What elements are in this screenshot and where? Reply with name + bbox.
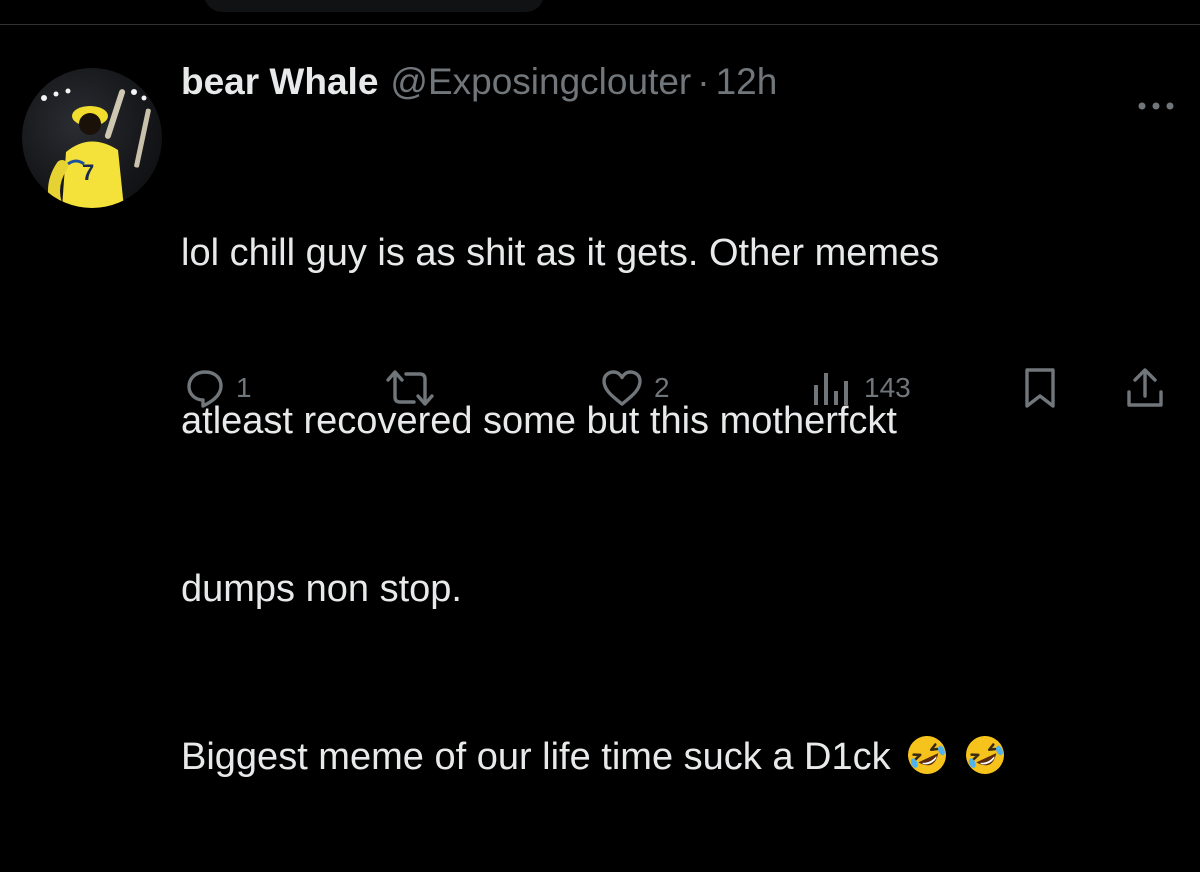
divider xyxy=(0,24,1200,25)
views-button[interactable]: 143 xyxy=(810,360,911,416)
rolling-on-floor-laughing-emoji-icon xyxy=(963,733,1007,777)
reply-count: 1 xyxy=(236,372,252,403)
tweet[interactable]: bear Whale @Exposingclouter · 12h lol ch… xyxy=(181,56,1171,872)
heart-icon xyxy=(602,370,642,406)
avatar[interactable]: 7 xyxy=(22,68,162,208)
tweet-text: lol chill guy is as shit as it gets. Oth… xyxy=(181,113,1171,872)
like-count: 2 xyxy=(654,372,670,403)
reply-icon xyxy=(187,370,223,408)
bookmark-icon xyxy=(1025,368,1055,408)
more-options-button[interactable] xyxy=(1128,86,1184,126)
share-icon xyxy=(1127,368,1163,407)
avatar-image: 7 xyxy=(41,88,151,208)
tweet-header: bear Whale @Exposingclouter · 12h xyxy=(181,56,1171,108)
like-button[interactable]: 2 xyxy=(600,360,670,416)
rolling-on-floor-laughing-emoji-icon xyxy=(905,733,949,777)
timestamp[interactable]: 12h xyxy=(716,56,778,108)
share-button[interactable] xyxy=(1124,360,1166,416)
tweet-text-line: dumps non stop. xyxy=(181,568,462,610)
display-name[interactable]: bear Whale xyxy=(181,56,378,108)
tweet-text-line: Biggest meme of our life time suck a D1c… xyxy=(181,736,891,778)
views-count: 143 xyxy=(864,372,911,403)
separator-dot: · xyxy=(697,61,710,102)
retweet-button[interactable] xyxy=(384,360,446,416)
tweet-text-line-last: Biggest meme of our life time suck a D1c… xyxy=(181,729,1171,785)
bookmark-button[interactable] xyxy=(1022,360,1058,416)
reply-button[interactable]: 1 xyxy=(184,360,252,416)
tweet-text-line: lol chill guy is as shit as it gets. Oth… xyxy=(181,232,940,274)
retweet-icon xyxy=(386,370,434,406)
more-icon xyxy=(1138,102,1174,110)
user-handle[interactable]: @Exposingclouter xyxy=(390,56,691,108)
previous-item-edge xyxy=(204,0,544,12)
tweet-actions: 1 2 143 xyxy=(0,360,1200,416)
views-icon xyxy=(814,373,848,405)
svg-text:7: 7 xyxy=(82,160,94,185)
